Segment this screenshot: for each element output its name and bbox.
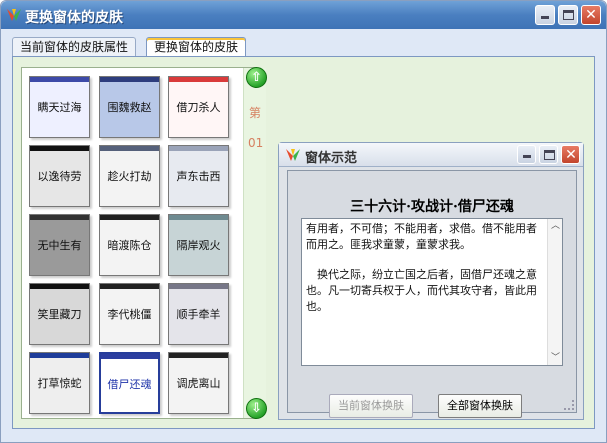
tab-change-skin[interactable]: 更换窗体的皮肤	[146, 37, 247, 57]
demo-paragraph: 有用者，不可借；不能用者，求借。借不能用者而用之。匪我求童蒙，童蒙求我。	[306, 222, 537, 251]
skin-thumbnail[interactable]: 暗渡陈仓	[99, 214, 160, 276]
skin-thumbnail[interactable]: 借尸还魂	[99, 352, 160, 414]
skin-label: 隔岸观火	[176, 239, 221, 252]
skin-thumbnail[interactable]: 围魏救赵	[99, 76, 160, 138]
skin-label: 无中生有	[37, 239, 82, 252]
skin-thumbnail[interactable]: 瞒天过海	[29, 76, 90, 138]
close-icon: ✕	[565, 147, 577, 163]
tab-content-panel: 瞒天过海 围魏救赵 借刀杀人以逸待劳 趁火打劫 声东击西无中生有 暗渡陈仓 隔岸观火笑里藏刀…	[12, 56, 595, 429]
skin-thumbnail[interactable]: 借刀杀人	[168, 76, 229, 138]
skin-thumbnail[interactable]: 李代桃僵	[99, 283, 160, 345]
skin-label: 趁火打劫	[107, 170, 152, 183]
skin-label: 李代桃僵	[107, 308, 152, 321]
skin-titlebar-preview	[100, 284, 159, 289]
skin-titlebar-preview	[100, 77, 159, 82]
demo-body: 三十六计·攻战计·借尸还魂 有用者，不可借；不能用者，求借。借不能用者而用之。匪…	[287, 170, 577, 413]
demo-title: 窗体示范	[305, 151, 358, 166]
up-arrow-icon: ⇧	[251, 70, 262, 85]
apply-all-skin-button[interactable]: 全部窗体换肤	[438, 394, 522, 418]
skin-label: 借尸还魂	[107, 378, 152, 391]
scroll-down-button[interactable]: ⇩	[246, 398, 267, 419]
main-window: 更换窗体的皮肤 ✕ 当前窗体的皮肤属性 更换窗体的皮肤 瞒天过海 围魏救赵 借刀杀人…	[0, 0, 607, 443]
skin-thumbnail[interactable]: 调虎离山	[168, 352, 229, 414]
skin-thumbnail[interactable]: 隔岸观火	[168, 214, 229, 276]
close-button[interactable]: ✕	[581, 5, 601, 25]
skin-label: 借刀杀人	[176, 101, 221, 114]
skin-titlebar-preview	[101, 354, 158, 359]
maximize-button[interactable]	[558, 5, 578, 25]
skin-thumbnail[interactable]: 打草惊蛇	[29, 352, 90, 414]
skin-thumbnail[interactable]: 以逸待劳	[29, 145, 90, 207]
tab-skin-properties[interactable]: 当前窗体的皮肤属性	[12, 37, 137, 57]
scroll-up-button[interactable]: ⇧	[246, 67, 267, 88]
skin-thumbnail[interactable]: 顺手牵羊	[168, 283, 229, 345]
close-icon: ✕	[585, 7, 597, 23]
skin-titlebar-preview	[169, 215, 228, 220]
demo-logo-icon	[286, 149, 300, 161]
skin-label: 顺手牵羊	[176, 308, 221, 321]
skin-titlebar-preview	[169, 77, 228, 82]
skin-titlebar-preview	[100, 215, 159, 220]
skin-label: 瞒天过海	[37, 101, 82, 114]
skin-label: 围魏救赵	[107, 101, 152, 114]
page-prefix: 第	[248, 106, 261, 120]
skin-label: 笑里藏刀	[37, 308, 82, 321]
skin-label: 以逸待劳	[37, 170, 82, 183]
maximize-icon	[544, 150, 555, 160]
demo-title-bar[interactable]: 窗体示范 ✕	[279, 143, 583, 167]
skin-label: 暗渡陈仓	[107, 239, 152, 252]
demo-window: 窗体示范 ✕ 三十六计·攻战计·借尸还魂 有用者，不可借；不能用者，求借。借不能…	[278, 142, 584, 420]
demo-textarea[interactable]: 有用者，不可借；不能用者，求借。借不能用者而用之。匪我求童蒙，童蒙求我。 换代之…	[301, 218, 563, 366]
app-logo-icon	[7, 9, 21, 21]
apply-current-skin-button[interactable]: 当前窗体换肤	[329, 394, 413, 418]
skin-thumbnail[interactable]: 趁火打劫	[99, 145, 160, 207]
skin-label: 打草惊蛇	[37, 377, 82, 390]
skin-thumbnail[interactable]: 无中生有	[29, 214, 90, 276]
minimize-icon	[523, 155, 531, 158]
skin-titlebar-preview	[169, 353, 228, 358]
chevron-down-icon[interactable]: ﹀	[548, 351, 563, 365]
demo-heading: 三十六计·攻战计·借尸还魂	[350, 199, 514, 215]
maximize-icon	[563, 10, 574, 20]
demo-paragraph: 换代之际，纷立亡国之后者，固借尸还魂之意也。凡一切寄兵权于人，而代其攻守者，皆此…	[306, 268, 537, 313]
skin-titlebar-preview	[30, 77, 89, 82]
page-number: 01	[248, 136, 264, 150]
skin-titlebar-preview	[30, 146, 89, 151]
skin-titlebar-preview	[30, 353, 89, 358]
skin-titlebar-preview	[30, 215, 89, 220]
skin-grid-panel: 瞒天过海 围魏救赵 借刀杀人以逸待劳 趁火打劫 声东击西无中生有 暗渡陈仓 隔岸观火笑里藏刀…	[21, 67, 267, 419]
skin-titlebar-preview	[100, 146, 159, 151]
skin-titlebar-preview	[30, 284, 89, 289]
skin-thumbnail[interactable]: 声东击西	[168, 145, 229, 207]
resize-grip-icon[interactable]	[564, 400, 574, 410]
skin-thumbnail[interactable]: 笑里藏刀	[29, 283, 90, 345]
minimize-button[interactable]	[535, 5, 555, 25]
demo-minimize-button[interactable]	[517, 145, 536, 164]
demo-scrollbar[interactable]: ︿ ﹀	[547, 219, 562, 365]
skin-titlebar-preview	[169, 284, 228, 289]
down-arrow-icon: ⇩	[251, 401, 262, 416]
skin-label: 声东击西	[176, 170, 221, 183]
chevron-up-icon[interactable]: ︿	[548, 219, 563, 233]
page-indicator: 第 01	[248, 98, 264, 158]
window-title: 更换窗体的皮肤	[25, 10, 123, 26]
title-bar[interactable]: 更换窗体的皮肤 ✕	[1, 1, 606, 29]
minimize-icon	[541, 16, 549, 19]
skin-label: 调虎离山	[176, 377, 221, 390]
demo-close-button[interactable]: ✕	[561, 145, 580, 164]
demo-maximize-button[interactable]	[539, 145, 558, 164]
skin-titlebar-preview	[169, 146, 228, 151]
